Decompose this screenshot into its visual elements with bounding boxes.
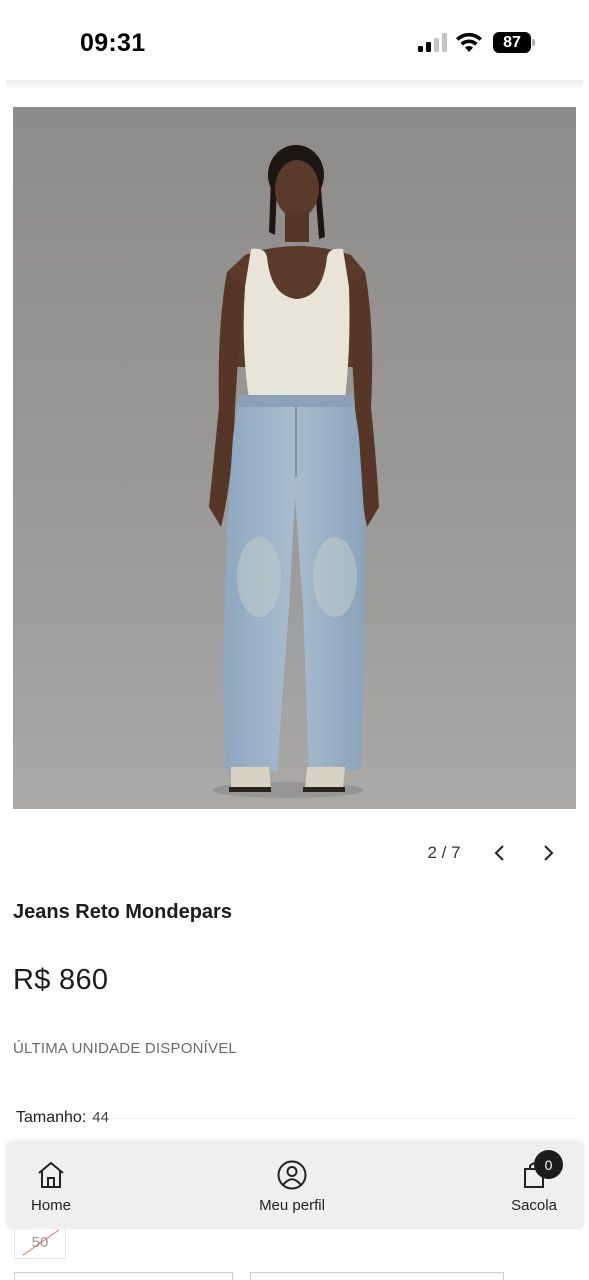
battery-level: 87 bbox=[503, 34, 521, 51]
user-circle-icon bbox=[276, 1159, 308, 1191]
status-bar: 09:31 87 bbox=[0, 0, 589, 84]
gallery-counter: 2 / 7 bbox=[427, 843, 461, 862]
chevron-right-icon bbox=[544, 845, 554, 861]
nav-bag-label: Sacola bbox=[511, 1197, 557, 1214]
cart-count-badge: 0 bbox=[534, 1150, 563, 1179]
header-edge bbox=[6, 80, 583, 90]
size-option-unavailable[interactable]: 50 bbox=[14, 1226, 66, 1259]
action-button[interactable] bbox=[250, 1272, 504, 1280]
selected-size-value: 44 bbox=[92, 1109, 109, 1126]
nav-home-label: Home bbox=[30, 1197, 71, 1214]
wifi-icon bbox=[456, 32, 482, 52]
bottom-navigation: Home Meu perfil Sacola bbox=[6, 1141, 584, 1229]
size-option-label: 50 bbox=[31, 1234, 49, 1251]
nav-home[interactable]: Home bbox=[21, 1141, 81, 1229]
action-button[interactable] bbox=[14, 1272, 233, 1280]
home-icon bbox=[35, 1159, 67, 1191]
product-price: R$ 860 bbox=[13, 964, 109, 996]
status-time: 09:31 bbox=[80, 29, 146, 57]
stock-note: ÚLTIMA UNIDADE DISPONÍVEL bbox=[13, 1040, 237, 1057]
product-page: 09:31 87 2 / 7 Jeans Reto Mondepars R$ 8… bbox=[0, 0, 589, 1280]
product-image[interactable] bbox=[13, 107, 576, 809]
chevron-left-icon bbox=[494, 845, 504, 861]
product-title: Jeans Reto Mondepars bbox=[13, 901, 232, 923]
next-image-button[interactable] bbox=[533, 838, 563, 868]
previous-image-button[interactable] bbox=[485, 838, 515, 868]
size-selection: Tamanho: 44 bbox=[16, 1109, 109, 1127]
size-label: Tamanho: bbox=[16, 1109, 87, 1126]
model-photo bbox=[13, 145, 576, 809]
nav-profile[interactable]: Meu perfil bbox=[246, 1141, 338, 1229]
nav-profile-label: Meu perfil bbox=[259, 1197, 325, 1214]
cellular-signal-icon bbox=[418, 33, 448, 52]
battery-icon: 87 bbox=[493, 32, 535, 53]
